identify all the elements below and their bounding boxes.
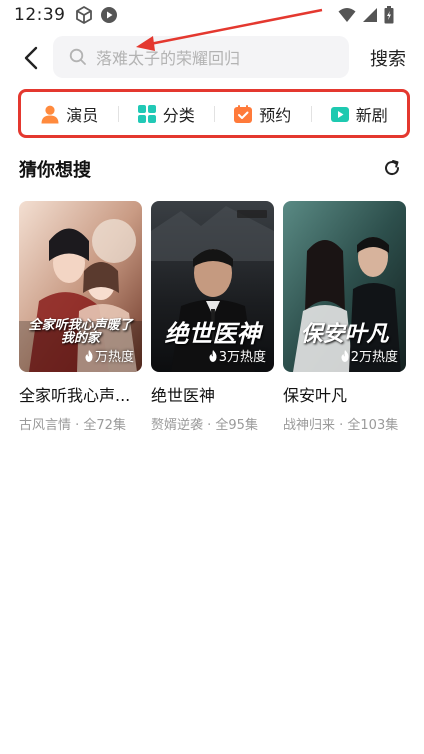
drama-meta: 战神归来 · 全103集 <box>283 418 399 433</box>
calendar-icon <box>234 104 253 123</box>
nav-label-new-dramas: 新剧 <box>355 105 388 125</box>
drama-card[interactable]: 绝世医神 3万热度 绝世医神 赘婿逆袭 · 全95集 <box>151 201 274 433</box>
heat-badge: 3万热度 <box>208 346 266 365</box>
status-bar: 12:39 <box>0 0 424 30</box>
search-placeholder: 落难太子的荣耀回归 <box>96 49 241 68</box>
flame-icon <box>341 349 349 362</box>
tv-play-icon <box>330 106 349 122</box>
cube-icon <box>75 6 92 24</box>
poster-title-art: 全家听我心声暖了 我的家 <box>28 317 133 347</box>
quick-nav: 演员 分类 预约 新剧 <box>18 89 410 138</box>
battery-icon <box>384 6 394 24</box>
drama-title[interactable]: 全家听我心声... <box>19 382 142 406</box>
drama-title[interactable]: 保安叶凡 <box>283 382 406 406</box>
drama-poster[interactable]: 绝世医神 3万热度 <box>151 201 274 372</box>
flame-icon <box>85 349 93 362</box>
nav-item-new-dramas[interactable]: 新剧 <box>310 92 408 135</box>
section-title: 猜你想搜 <box>19 160 91 181</box>
nav-item-categories[interactable]: 分类 <box>117 92 215 135</box>
flame-icon <box>209 349 217 362</box>
grid-icon <box>137 104 156 123</box>
search-button[interactable]: 搜索 <box>370 45 406 71</box>
nav-item-reservations[interactable]: 预约 <box>214 92 311 135</box>
heat-value: 2万热度 <box>350 350 398 365</box>
signal-icon <box>363 8 377 22</box>
drama-poster[interactable]: 保安叶凡 2万热度 <box>283 201 406 372</box>
drama-meta: 赘婿逆袭 · 全95集 <box>151 418 258 433</box>
search-input[interactable]: 落难太子的荣耀回归 <box>53 36 349 78</box>
drama-meta: 古风言情 · 全72集 <box>19 418 126 433</box>
wifi-icon <box>338 8 356 22</box>
drama-card[interactable]: 全家听我心声暖了 我的家 万热度 全家听我心声... 古风言情 · 全72集 <box>19 201 142 433</box>
search-row: 落难太子的荣耀回归 搜索 <box>0 36 424 80</box>
poster-title-art: 绝世医神 <box>164 318 261 348</box>
back-button[interactable] <box>18 44 46 72</box>
heat-badge: 2万热度 <box>340 346 398 365</box>
drama-title[interactable]: 绝世医神 <box>151 382 274 406</box>
heat-value: 万热度 <box>94 350 134 365</box>
person-icon <box>41 105 59 123</box>
heat-badge: 万热度 <box>84 346 134 365</box>
poster-title-art: 保安叶凡 <box>300 320 389 347</box>
nav-label-categories: 分类 <box>162 105 195 125</box>
nav-label-reservations: 预约 <box>259 105 292 125</box>
drama-card[interactable]: 保安叶凡 2万热度 保安叶凡 战神归来 · 全103集 <box>283 201 406 433</box>
heat-value: 3万热度 <box>218 350 266 365</box>
search-icon <box>69 48 86 65</box>
status-right-icons <box>338 6 394 24</box>
drama-card-list: 全家听我心声暖了 我的家 万热度 全家听我心声... 古风言情 · 全72集 绝… <box>19 201 409 433</box>
status-left-icons <box>74 5 118 25</box>
refresh-icon[interactable] <box>382 158 402 178</box>
play-circle-icon <box>100 7 117 23</box>
nav-item-actors[interactable]: 演员 <box>21 92 118 135</box>
status-time: 12:39 <box>14 5 66 25</box>
drama-poster[interactable]: 全家听我心声暖了 我的家 万热度 <box>19 201 142 372</box>
nav-label-actors: 演员 <box>66 105 99 125</box>
